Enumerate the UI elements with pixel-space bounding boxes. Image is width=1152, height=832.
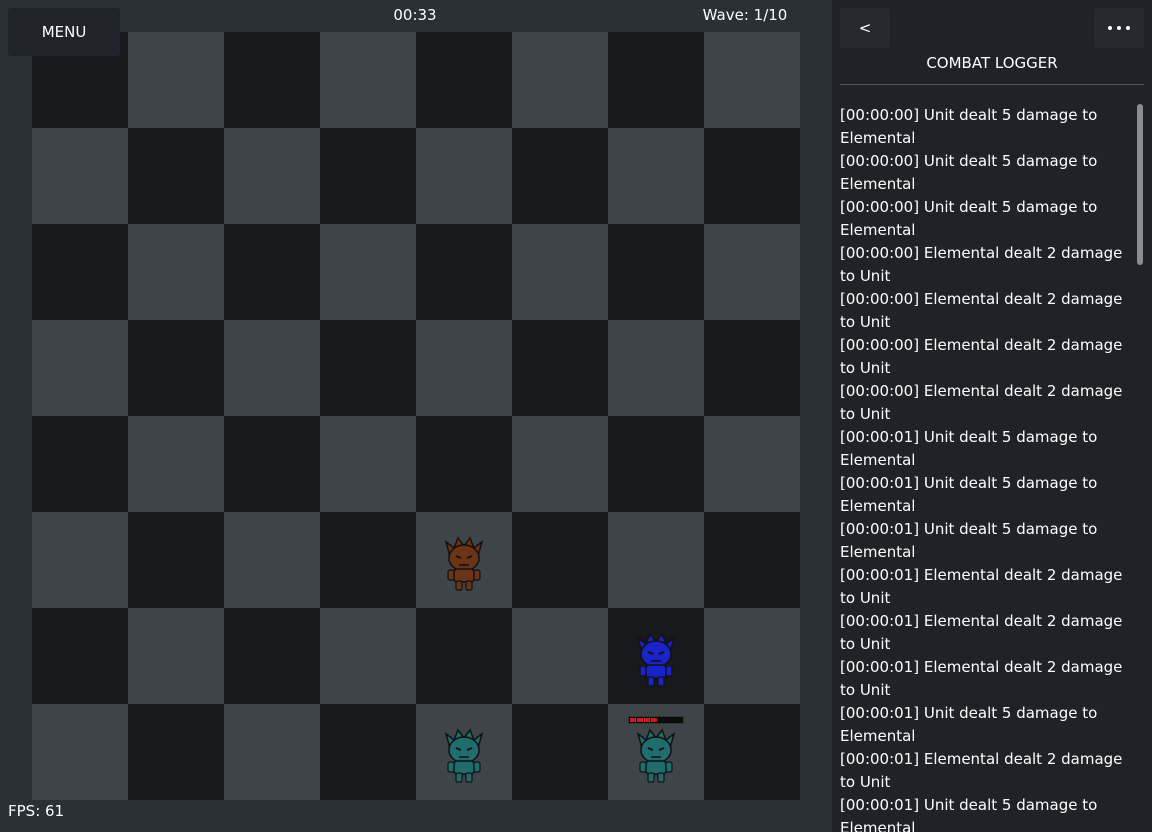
board-cell[interactable] — [608, 320, 704, 416]
log-entry: [00:00:01] Elemental dealt 2 damage to U… — [840, 566, 1123, 607]
logger-title: COMBAT LOGGER — [926, 54, 1058, 72]
teal-unit[interactable] — [440, 726, 488, 784]
board-cell[interactable] — [512, 32, 608, 128]
menu-button[interactable]: MENU — [8, 8, 120, 56]
board-cell[interactable] — [32, 512, 128, 608]
log-entry: [00:00:01] Elemental dealt 2 damage to U… — [840, 658, 1123, 699]
board-cell[interactable] — [32, 608, 128, 704]
more-options-button[interactable] — [1094, 8, 1144, 48]
more-dot — [1108, 26, 1112, 30]
board-cell[interactable] — [128, 416, 224, 512]
health-segment — [637, 718, 643, 722]
log-entry: [00:00:00] Unit dealt 5 damage to Elemen… — [840, 106, 1098, 147]
board-cell[interactable] — [704, 704, 800, 800]
board-cell[interactable] — [128, 128, 224, 224]
game-board[interactable] — [32, 32, 800, 800]
log-entry: [00:00:01] Unit dealt 5 damage to Elemen… — [840, 428, 1098, 469]
board-cell[interactable] — [704, 224, 800, 320]
game-timer: 00:33 — [393, 6, 437, 24]
log-entry: [00:00:00] Unit dealt 5 damage to Elemen… — [840, 152, 1098, 193]
board-cell[interactable] — [320, 608, 416, 704]
log-entry: [00:00:00] Elemental dealt 2 damage to U… — [840, 244, 1123, 285]
log-entry: [00:00:01] Elemental dealt 2 damage to U… — [840, 750, 1123, 791]
divider — [840, 84, 1144, 85]
teal-unit-damaged[interactable] — [632, 726, 680, 784]
log-entry: [00:00:01] Elemental dealt 2 damage to U… — [840, 612, 1123, 653]
board-cell[interactable] — [128, 32, 224, 128]
board-cell[interactable] — [224, 224, 320, 320]
board-cell[interactable] — [512, 128, 608, 224]
board-cell[interactable] — [608, 512, 704, 608]
board-cell[interactable] — [416, 608, 512, 704]
board-cell[interactable] — [32, 320, 128, 416]
board-cell[interactable] — [320, 32, 416, 128]
board-cell[interactable] — [224, 128, 320, 224]
board-cell[interactable] — [224, 608, 320, 704]
board-cell[interactable] — [128, 608, 224, 704]
board-cell[interactable] — [32, 224, 128, 320]
more-dot — [1117, 26, 1121, 30]
board-cell[interactable] — [704, 320, 800, 416]
board-cell[interactable] — [512, 320, 608, 416]
wave-counter: Wave: 1/10 — [702, 6, 788, 24]
log-entry: [00:00:01] Unit dealt 5 damage to Elemen… — [840, 796, 1098, 832]
board-cell[interactable] — [224, 704, 320, 800]
board-cell[interactable] — [704, 416, 800, 512]
board-cell[interactable] — [416, 320, 512, 416]
back-button[interactable]: < — [840, 8, 890, 48]
board-cell[interactable] — [704, 512, 800, 608]
log-entry: [00:00:00] Elemental dealt 2 damage to U… — [840, 382, 1123, 423]
board-cell[interactable] — [128, 512, 224, 608]
more-dot — [1126, 26, 1130, 30]
board-cell[interactable] — [704, 608, 800, 704]
log-entry: [00:00:00] Unit dealt 5 damage to Elemen… — [840, 198, 1098, 239]
board-cell[interactable] — [512, 704, 608, 800]
board-cell[interactable] — [320, 320, 416, 416]
log-entry: [00:00:00] Elemental dealt 2 damage to U… — [840, 290, 1123, 331]
combat-logger-panel: < COMBAT LOGGER [00:00:00] Unit dealt 5 … — [832, 0, 1152, 832]
board-cell[interactable] — [32, 416, 128, 512]
board-cell[interactable] — [512, 512, 608, 608]
health-segment — [651, 718, 657, 722]
board-cell[interactable] — [608, 224, 704, 320]
board-cell[interactable] — [320, 416, 416, 512]
board-cell[interactable] — [224, 512, 320, 608]
board-cell[interactable] — [416, 32, 512, 128]
board-cell[interactable] — [32, 128, 128, 224]
board-cell[interactable] — [608, 416, 704, 512]
unit-health-bar — [628, 716, 684, 724]
log-scrollbar[interactable] — [1137, 104, 1143, 265]
board-cell[interactable] — [512, 416, 608, 512]
combat-log-list[interactable]: [00:00:00] Unit dealt 5 damage to Elemen… — [840, 104, 1126, 832]
board-cell[interactable] — [320, 704, 416, 800]
board-cell[interactable] — [128, 704, 224, 800]
board-cell[interactable] — [608, 128, 704, 224]
log-entry: [00:00:00] Elemental dealt 2 damage to U… — [840, 336, 1123, 377]
log-entry: [00:00:01] Unit dealt 5 damage to Elemen… — [840, 704, 1098, 745]
board-cell[interactable] — [320, 128, 416, 224]
board-cell[interactable] — [416, 224, 512, 320]
log-entry: [00:00:01] Unit dealt 5 damage to Elemen… — [840, 474, 1098, 515]
board-cell[interactable] — [512, 224, 608, 320]
board-cell[interactable] — [32, 704, 128, 800]
health-segment — [630, 718, 636, 722]
board-cell[interactable] — [128, 224, 224, 320]
board-cell[interactable] — [416, 128, 512, 224]
health-segment — [644, 718, 650, 722]
board-cell[interactable] — [224, 32, 320, 128]
log-entry: [00:00:01] Unit dealt 5 damage to Elemen… — [840, 520, 1098, 561]
board-cell[interactable] — [224, 320, 320, 416]
board-cell[interactable] — [512, 608, 608, 704]
board-cell[interactable] — [416, 416, 512, 512]
board-cell[interactable] — [704, 128, 800, 224]
fps-counter: FPS: 61 — [8, 802, 65, 820]
blue-unit[interactable] — [632, 630, 680, 688]
board-cell[interactable] — [320, 224, 416, 320]
board-cell[interactable] — [608, 32, 704, 128]
board-cell[interactable] — [704, 32, 800, 128]
board-cell[interactable] — [128, 320, 224, 416]
brown-unit[interactable] — [440, 534, 488, 592]
board-cell[interactable] — [320, 512, 416, 608]
board-cell[interactable] — [224, 416, 320, 512]
